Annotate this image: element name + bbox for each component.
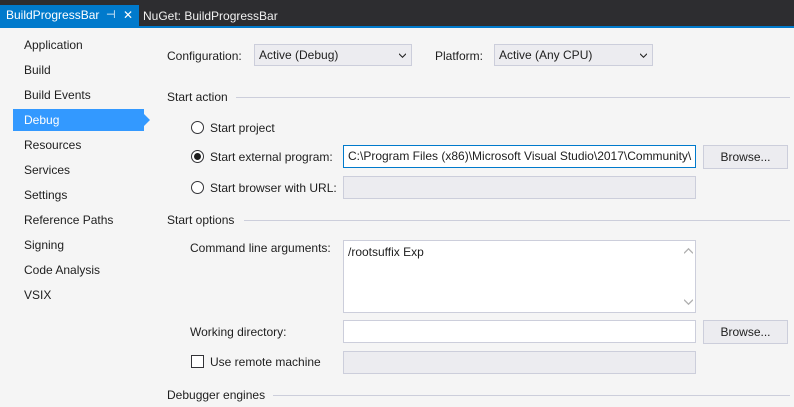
sidebar-item-label: Signing — [24, 238, 65, 252]
working-directory-input[interactable] — [343, 320, 696, 343]
browse-button-label: Browse... — [720, 325, 771, 339]
configuration-label: Configuration: — [167, 49, 242, 63]
command-line-arguments-value: /rootsuffix Exp — [348, 245, 424, 259]
chevron-down-icon — [640, 53, 647, 58]
pin-icon[interactable]: ⊣ — [106, 5, 116, 26]
external-program-path-value: C:\Program Files (x86)\Microsoft Visual … — [348, 149, 692, 163]
sidebar-item-build[interactable]: Build — [13, 59, 144, 81]
sidebar-item-signing[interactable]: Signing — [13, 234, 144, 256]
start-project-label: Start project — [210, 121, 275, 135]
sidebar-item-label: Code Analysis — [24, 263, 101, 277]
scroll-up-icon[interactable] — [684, 247, 693, 254]
sidebar-item-reference-paths[interactable]: Reference Paths — [13, 209, 144, 231]
sidebar-item-label: Application — [24, 38, 83, 52]
section-divider — [244, 220, 790, 221]
use-remote-machine-label: Use remote machine — [210, 355, 321, 369]
remote-machine-input[interactable] — [343, 351, 696, 374]
command-line-arguments-label: Command line arguments: — [190, 241, 331, 255]
debugger-engines-section-title: Debugger engines — [167, 388, 266, 402]
sidebar-item-vsix[interactable]: VSIX — [13, 284, 144, 306]
project-properties-window: BuildProgressBar ⊣ ✕ NuGet: BuildProgres… — [0, 0, 794, 407]
platform-select[interactable]: Active (Any CPU) — [494, 44, 653, 66]
sidebar-item-application[interactable]: Application — [13, 34, 144, 56]
start-action-section-title: Start action — [167, 90, 228, 104]
section-divider — [236, 97, 790, 98]
sidebar-item-label: Build Events — [24, 88, 91, 102]
start-external-program-radio[interactable] — [191, 150, 204, 163]
use-remote-machine-checkbox[interactable] — [191, 355, 204, 368]
sidebar-item-label: Reference Paths — [24, 213, 114, 227]
working-directory-label: Working directory: — [190, 325, 287, 339]
tab-label: NuGet: BuildProgressBar — [143, 9, 278, 23]
external-program-path-input[interactable]: C:\Program Files (x86)\Microsoft Visual … — [343, 145, 696, 168]
sidebar-item-settings[interactable]: Settings — [13, 184, 144, 206]
browser-url-input[interactable] — [343, 176, 696, 199]
sidebar-item-services[interactable]: Services — [13, 159, 144, 181]
configuration-select[interactable]: Active (Debug) — [254, 44, 412, 66]
start-external-program-label: Start external program: — [210, 150, 333, 164]
section-divider — [273, 395, 790, 396]
configuration-value: Active (Debug) — [259, 48, 339, 62]
sidebar-item-label: Services — [24, 163, 71, 177]
sidebar-item-label: VSIX — [24, 288, 52, 302]
sidebar-item-build-events[interactable]: Build Events — [13, 84, 144, 106]
sidebar-item-label: Settings — [24, 188, 68, 202]
document-tab-strip: BuildProgressBar ⊣ ✕ NuGet: BuildProgres… — [0, 0, 794, 28]
start-project-radio[interactable] — [191, 121, 204, 134]
chevron-down-icon — [399, 53, 406, 58]
browse-button-label: Browse... — [720, 150, 771, 164]
tab-label: BuildProgressBar — [6, 8, 100, 22]
tab-buildprogressbar[interactable]: BuildProgressBar ⊣ ✕ — [0, 5, 139, 26]
scroll-down-icon[interactable] — [684, 299, 693, 306]
platform-label: Platform: — [435, 49, 484, 63]
sidebar-item-debug[interactable]: Debug — [13, 109, 150, 131]
sidebar-item-label: Debug — [24, 113, 60, 127]
property-pages-sidebar: Application Build Build Events Debug Res… — [0, 28, 160, 407]
command-line-arguments-input[interactable]: /rootsuffix Exp — [343, 240, 696, 313]
browse-external-program-button[interactable]: Browse... — [703, 145, 788, 169]
start-browser-radio[interactable] — [191, 181, 204, 194]
tab-nuget-buildprogressbar[interactable]: NuGet: BuildProgressBar — [143, 6, 278, 26]
sidebar-item-label: Resources — [24, 138, 82, 152]
sidebar-item-resources[interactable]: Resources — [13, 134, 144, 156]
platform-value: Active (Any CPU) — [499, 48, 593, 62]
start-browser-label: Start browser with URL: — [210, 181, 337, 195]
sidebar-item-label: Build — [24, 63, 51, 77]
start-options-section-title: Start options — [167, 213, 235, 227]
sidebar-item-code-analysis[interactable]: Code Analysis — [13, 259, 144, 281]
close-icon[interactable]: ✕ — [123, 5, 133, 26]
browse-working-directory-button[interactable]: Browse... — [703, 320, 788, 344]
